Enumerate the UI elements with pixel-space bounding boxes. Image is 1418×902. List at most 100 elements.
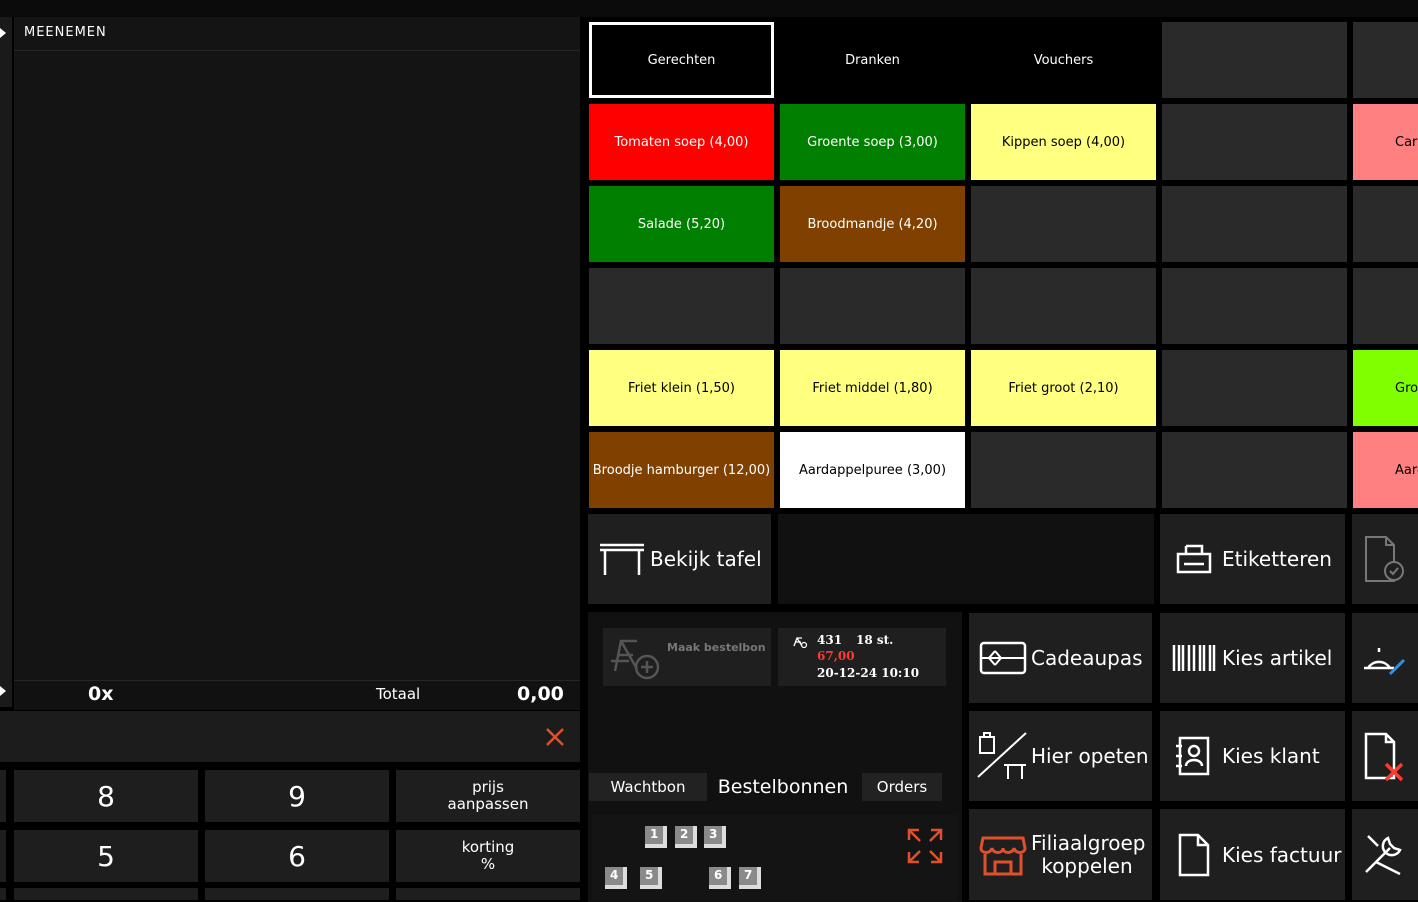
document-check-button[interactable]	[1352, 514, 1418, 604]
cloche-edit-icon	[1360, 638, 1408, 678]
gift-card-button[interactable]: Cadeaupas	[969, 613, 1152, 703]
keypad-key-5[interactable]: 5	[14, 830, 198, 882]
amount-input[interactable]	[0, 711, 580, 762]
product-tile-r2-c1[interactable]	[780, 268, 965, 344]
keypad-key-row3-1[interactable]	[14, 888, 198, 900]
voucher-number: 431	[817, 633, 843, 647]
cancel-document-button[interactable]	[1352, 711, 1418, 801]
tools-icon	[1360, 832, 1406, 878]
gift-card-label: Cadeaupas	[1031, 646, 1143, 670]
create-voucher-label: Maak bestelbon	[667, 641, 766, 654]
product-tile-r4-c1[interactable]: Aardappelpuree (3,00)	[780, 432, 965, 508]
tab-wachtbon[interactable]: Wachtbon	[589, 773, 707, 801]
tab-orders[interactable]: Orders	[862, 773, 942, 801]
total-label: Totaal	[376, 685, 421, 703]
product-tile-r0-c2[interactable]: Kippen soep (4,00)	[971, 104, 1156, 180]
category-vouchers[interactable]: Vouchers	[971, 22, 1156, 98]
view-table-label: Bekijk tafel	[650, 547, 762, 571]
product-tile-r4-c2[interactable]	[971, 432, 1156, 508]
product-tile-r3-c1[interactable]: Friet middel (1,80)	[780, 350, 965, 426]
product-tile-r1-c3[interactable]	[1162, 186, 1347, 262]
eat-here-button[interactable]: Hier opeten	[969, 711, 1152, 801]
keypad-key-row3-2[interactable]	[205, 888, 389, 900]
product-tile-r0-c3[interactable]	[1162, 104, 1347, 180]
total-value: 0,00	[517, 683, 564, 705]
choose-article-label: Kies artikel	[1222, 646, 1333, 670]
category-empty[interactable]	[1162, 22, 1347, 98]
labels-button[interactable]: Etiketteren	[1160, 514, 1345, 604]
discount-button[interactable]: korting %	[396, 830, 580, 882]
choose-article-button[interactable]: Kies artikel	[1160, 613, 1345, 703]
keypad-key-row3-3[interactable]	[396, 888, 580, 900]
printer-icon	[1166, 542, 1222, 576]
labels-label: Etiketteren	[1222, 547, 1332, 571]
expand-icon[interactable]	[905, 826, 945, 866]
choose-invoice-button[interactable]: Kies factuur	[1160, 809, 1345, 900]
voucher-amount: 67,00	[817, 649, 855, 663]
gift-card-icon	[975, 641, 1031, 675]
document-icon	[1166, 833, 1222, 877]
choose-invoice-label: Kies factuur	[1222, 842, 1342, 867]
eat-here-icon	[975, 731, 1031, 781]
product-tile-r0-c4[interactable]: Carp	[1353, 104, 1418, 180]
keypad-key-partial-2[interactable]	[0, 830, 6, 882]
order-list	[14, 17, 580, 707]
empty-action-area	[778, 514, 1154, 604]
expand-arrow-icon-bottom[interactable]	[0, 686, 6, 696]
view-table-button[interactable]: Bekijk tafel	[588, 514, 771, 604]
create-voucher-icon	[603, 628, 667, 686]
expand-arrow-icon[interactable]	[0, 28, 6, 38]
tab-bestelbonnen[interactable]: Bestelbonnen	[708, 773, 858, 801]
keypad-key-9[interactable]: 9	[205, 770, 389, 822]
order-panel-handle[interactable]	[0, 17, 12, 707]
tools-button[interactable]	[1352, 809, 1418, 900]
product-tile-r2-c0[interactable]	[589, 268, 774, 344]
choose-customer-button[interactable]: Kies klant	[1160, 711, 1345, 801]
product-tile-r3-c3[interactable]	[1162, 350, 1347, 426]
table-2[interactable]: 2	[675, 826, 697, 848]
table-1[interactable]: 1	[645, 826, 667, 848]
service-edit-button[interactable]	[1352, 613, 1418, 703]
create-voucher-button[interactable]: Maak bestelbon	[603, 628, 771, 686]
keypad-key-partial-3[interactable]	[0, 888, 6, 900]
clear-icon[interactable]	[542, 724, 568, 750]
product-tile-r3-c4[interactable]: Groene	[1353, 350, 1418, 426]
contact-icon	[1166, 736, 1222, 776]
keypad-key-8[interactable]: 8	[14, 770, 198, 822]
product-tile-r2-c2[interactable]	[971, 268, 1156, 344]
product-tile-r0-c1[interactable]: Groente soep (3,00)	[780, 104, 965, 180]
table-6[interactable]: 6	[709, 867, 731, 889]
delivery-icon	[792, 636, 808, 651]
keypad-key-partial[interactable]	[0, 770, 6, 822]
branch-group-button[interactable]: Filiaalgroep koppelen	[969, 809, 1152, 900]
product-tile-r1-c2[interactable]	[971, 186, 1156, 262]
barcode-icon	[1166, 643, 1222, 673]
table-4[interactable]: 4	[605, 867, 627, 889]
store-icon	[975, 834, 1031, 876]
table-3[interactable]: 3	[704, 826, 726, 848]
order-title: MEENEMEN	[14, 17, 580, 51]
product-tile-r2-c4[interactable]	[1353, 268, 1418, 344]
product-tile-r0-c0[interactable]: Tomaten soep (4,00)	[589, 104, 774, 180]
voucher-card[interactable]: 431 18 st. 67,00 20-12-24 10:10	[778, 628, 946, 686]
table-icon	[594, 541, 650, 577]
top-bar	[0, 0, 1418, 17]
product-tile-r4-c4[interactable]: Aard	[1353, 432, 1418, 508]
price-adjust-button[interactable]: prijs aanpassen	[396, 770, 580, 822]
table-7[interactable]: 7	[739, 867, 761, 889]
category-gerechten[interactable]: Gerechten	[589, 22, 774, 98]
product-tile-r1-c4[interactable]	[1353, 186, 1418, 262]
product-tile-r1-c1[interactable]: Broodmandje (4,20)	[780, 186, 965, 262]
choose-customer-label: Kies klant	[1222, 744, 1320, 768]
product-tile-r3-c2[interactable]: Friet groot (2,10)	[971, 350, 1156, 426]
category-dranken[interactable]: Dranken	[780, 22, 965, 98]
keypad-key-6[interactable]: 6	[205, 830, 389, 882]
document-cancel-icon	[1360, 730, 1408, 782]
product-tile-r1-c0[interactable]: Salade (5,20)	[589, 186, 774, 262]
table-5[interactable]: 5	[640, 867, 662, 889]
product-tile-r2-c3[interactable]	[1162, 268, 1347, 344]
product-tile-r4-c3[interactable]	[1162, 432, 1347, 508]
category-empty-partial[interactable]	[1353, 22, 1418, 98]
product-tile-r4-c0[interactable]: Broodje hamburger (12,00)	[589, 432, 774, 508]
product-tile-r3-c0[interactable]: Friet klein (1,50)	[589, 350, 774, 426]
